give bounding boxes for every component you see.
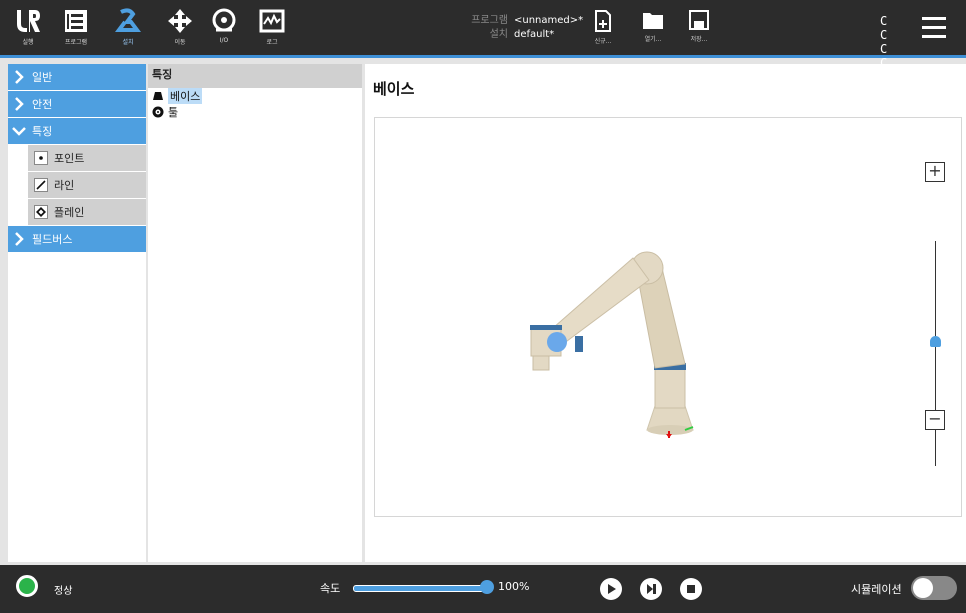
installation-icon (115, 8, 141, 32)
simulation-toggle[interactable] (911, 576, 957, 600)
nav-program-label: 프로그램 (64, 39, 88, 46)
folder-icon (643, 13, 663, 29)
speed-slider-track[interactable] (353, 585, 489, 592)
install-key: 설치 (489, 29, 508, 40)
install-name: default* (514, 29, 555, 40)
zoom-in-button[interactable]: + (925, 162, 945, 182)
open-label: 열기... (644, 36, 662, 43)
sidebar-item-point[interactable]: 포인트 (28, 145, 146, 171)
control-status-top: C C (880, 14, 891, 42)
robot-status-text: 정상 (54, 586, 73, 597)
log-icon (259, 9, 285, 33)
nav-program-button[interactable]: 프로그램 (54, 0, 98, 58)
program-icon (65, 10, 87, 32)
tree-item-label: 툴 (168, 106, 179, 119)
tool-icon (152, 106, 164, 118)
chevron-right-icon (15, 232, 24, 246)
speed-value: 100% (498, 580, 530, 593)
step-button[interactable] (640, 578, 662, 600)
nav-io-label: I/O (219, 37, 229, 44)
program-key: 프로그램 (471, 15, 508, 26)
io-icon (212, 8, 236, 32)
zoom-slider-handle[interactable] (930, 336, 941, 347)
tree-item-tool[interactable]: 툴 (148, 104, 362, 120)
sidebar-item-label: 플레인 (54, 206, 85, 219)
save-icon (689, 10, 709, 30)
sidebar-item-line[interactable]: 라인 (28, 172, 146, 198)
program-info: 프로그램 <unnamed>* 설치 default* (430, 14, 590, 42)
step-icon (647, 584, 656, 594)
sidebar-item-general[interactable]: 일반 (8, 64, 146, 90)
stop-button[interactable] (680, 578, 702, 600)
save-label: 저장... (690, 36, 708, 43)
toggle-knob (913, 578, 933, 598)
ur-logo-icon (17, 10, 40, 32)
sidebar-item-label: 필드버스 (32, 233, 73, 246)
nav-move-label: 이동 (174, 39, 186, 46)
sidebar-item-fieldbus[interactable]: 필드버스 (8, 226, 146, 252)
simulation-label: 시뮬레이션 (851, 583, 902, 596)
sidebar-item-features[interactable]: 특징 (8, 118, 146, 144)
zoom-slider-track[interactable] (935, 241, 936, 466)
sidebar-item-label: 특징 (32, 125, 53, 138)
stop-icon (687, 585, 695, 593)
nav-installation-label: 설치 (122, 39, 134, 46)
sidebar-item-label: 라인 (54, 179, 75, 192)
main-panel: 베이스 + − (365, 64, 966, 562)
move-icon (168, 9, 192, 33)
nav-log-label: 로그 (266, 39, 278, 46)
program-name: <unnamed>* (514, 15, 584, 26)
save-button[interactable]: 저장... (682, 10, 716, 54)
open-button[interactable]: 열기... (636, 10, 670, 54)
robot-arm-image (530, 251, 694, 438)
bottom-bar: 정상 속도 100% 시뮬레이션 (0, 565, 966, 613)
line-icon (34, 178, 48, 192)
category-sidebar: 일반 안전 특징 포인트 라인 플레인 필드버스 (8, 64, 146, 562)
feature-tree: 특징 베이스 툴 (148, 64, 362, 562)
menu-hamburger-icon[interactable] (922, 17, 946, 38)
tree-item-base[interactable]: 베이스 (148, 88, 362, 104)
robot-status-indicator[interactable] (16, 575, 38, 597)
robot-3d-view[interactable]: + − (374, 117, 962, 517)
chevron-right-icon (15, 97, 24, 111)
point-icon (34, 151, 48, 165)
new-button[interactable]: 신규... (586, 10, 620, 54)
sidebar-item-label: 포인트 (54, 152, 85, 165)
tree-item-label: 베이스 (168, 88, 203, 104)
zoom-out-button[interactable]: − (925, 410, 945, 430)
control-status: C C C C (880, 14, 904, 70)
new-file-icon (595, 10, 611, 32)
nav-run-button[interactable]: 실행 (6, 0, 50, 58)
nav-run-label: 실행 (22, 39, 34, 46)
play-button[interactable] (600, 578, 622, 600)
play-icon (608, 584, 616, 594)
speed-label: 속도 (320, 582, 341, 595)
sidebar-item-label: 일반 (32, 71, 53, 84)
nav-installation-button[interactable]: 설치 (106, 0, 150, 58)
tree-header: 특징 (148, 64, 362, 88)
sidebar-item-safety[interactable]: 안전 (8, 91, 146, 117)
chevron-down-icon (12, 127, 26, 136)
sidebar-item-label: 안전 (32, 98, 53, 111)
top-bar: 실행 프로그램 설치 이동 I/O 로그 프로그램 <unnamed>* 설치 de… (0, 0, 966, 70)
page-title: 베이스 (373, 80, 415, 98)
chevron-right-icon (15, 70, 24, 84)
sidebar-item-plane[interactable]: 플레인 (28, 199, 146, 225)
nav-io-button[interactable]: I/O (202, 0, 246, 58)
speed-slider-handle[interactable] (480, 580, 494, 594)
new-label: 신규... (594, 38, 612, 45)
nav-move-button[interactable]: 이동 (158, 0, 202, 58)
nav-log-button[interactable]: 로그 (250, 0, 294, 58)
base-icon (153, 92, 163, 100)
plane-icon (34, 205, 48, 219)
